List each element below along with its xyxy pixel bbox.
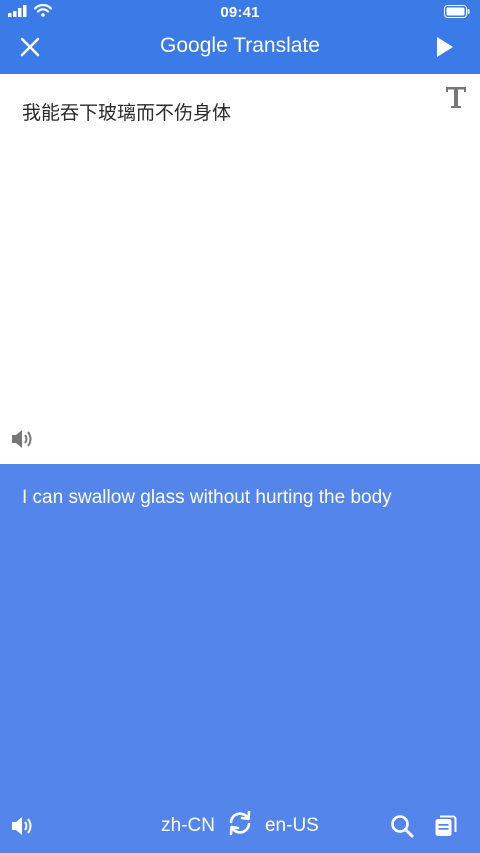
search-button[interactable]	[390, 814, 414, 843]
bottom-toolbar: zh-CN en-US	[0, 801, 480, 853]
play-icon	[436, 36, 454, 63]
app-header: Google Translate	[0, 24, 480, 74]
font-style-icon	[444, 87, 468, 114]
status-bar: 09:41	[0, 0, 480, 24]
source-panel[interactable]: 我能吞下玻璃而不伤身体	[0, 74, 480, 464]
page-title: Google Translate	[160, 34, 320, 57]
source-text[interactable]: 我能吞下玻璃而不伤身体	[22, 98, 231, 125]
source-language[interactable]: zh-CN	[161, 815, 215, 837]
target-language[interactable]: en-US	[265, 815, 319, 837]
translation-text: I can swallow glass without hurting the …	[22, 487, 392, 508]
source-speaker-button[interactable]	[10, 428, 36, 455]
cards-icon	[434, 815, 458, 842]
translate-app: 09:41 Google Translate 我能吞下玻璃而不伤身体 I can…	[0, 0, 480, 853]
play-button[interactable]	[430, 34, 460, 64]
swap-languages-button[interactable]	[227, 810, 253, 842]
battery-icon	[444, 5, 470, 23]
top-bar: 09:41 Google Translate	[0, 0, 480, 74]
translation-panel: I can swallow glass without hurting the …	[0, 464, 480, 853]
search-icon	[390, 815, 414, 842]
font-style-button[interactable]	[444, 84, 468, 112]
swap-languages-icon	[227, 810, 253, 842]
cards-button[interactable]	[434, 814, 458, 843]
status-time: 09:41	[220, 4, 260, 21]
speaker-icon	[10, 430, 36, 454]
